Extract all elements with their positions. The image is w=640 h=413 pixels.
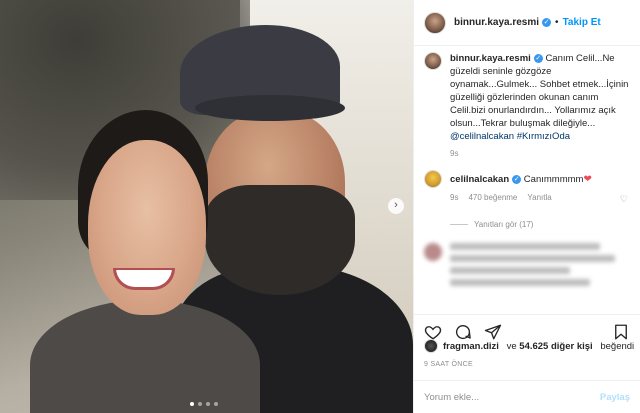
caption-time: 9s <box>450 149 459 158</box>
caption-text: binnur.kaya.resmi ✓ Canım Celil...Ne güze… <box>450 52 632 143</box>
divider <box>450 224 468 225</box>
likes-suffix: beğendi <box>600 340 635 352</box>
likes-count[interactable]: 54.625 diğer kişi <box>519 341 592 352</box>
liker-username[interactable]: fragman.dizi <box>443 341 499 352</box>
avatar[interactable] <box>424 170 442 188</box>
likes-connector: ve <box>506 340 517 352</box>
carousel-dot <box>214 402 218 406</box>
carousel-dot <box>190 402 194 406</box>
avatar[interactable] <box>424 339 438 353</box>
caption-body: Canım Celil...Ne güzeldi seninle gözgöze… <box>450 53 629 129</box>
chevron-right-icon[interactable]: › <box>388 198 404 214</box>
red-heart-icon: ❤ <box>583 173 592 185</box>
verified-icon: ✓ <box>533 54 543 63</box>
verified-icon: ✓ <box>512 174 522 184</box>
view-replies-label[interactable]: Yanıtları gör (17) <box>474 220 533 229</box>
post-comment-button[interactable]: Paylaş <box>600 392 630 403</box>
post-time: 9 SAAT ÖNCE <box>424 361 473 368</box>
man-beard <box>205 185 355 295</box>
post-photo[interactable] <box>0 0 413 413</box>
carousel-dot <box>198 402 202 406</box>
comment-meta: 9s 470 beğenme Yanıtla <box>450 193 632 202</box>
carousel-dots <box>190 402 218 406</box>
verified-icon: ✓ <box>542 18 552 27</box>
carousel-dot <box>206 402 210 406</box>
follow-button[interactable]: Takip Et <box>563 17 601 28</box>
comment-form: Paylaş <box>414 380 640 413</box>
avatar[interactable] <box>424 11 446 34</box>
separator: • <box>555 17 559 28</box>
post-header: binnur.kaya.resmi ✓ • Takip Et <box>414 0 640 46</box>
blurred-comment <box>424 243 632 291</box>
avatar[interactable] <box>424 52 442 70</box>
comment-author[interactable]: celilnalcakan <box>450 174 509 185</box>
reply-button[interactable]: Yanıtla <box>527 193 551 202</box>
action-bar <box>414 314 640 341</box>
comment-item: celilnalcakan ✓ Canımmmmm❤ <box>424 170 632 188</box>
post-panel: binnur.kaya.resmi ✓ • Takip Et binnur.ka… <box>413 0 640 413</box>
mention-link[interactable]: @celilnalcakan <box>450 131 514 142</box>
comment-text: celilnalcakan ✓ Canımmmmm❤ <box>450 174 592 185</box>
likes-text: fragman.dizi ve 54.625 diğer kişi beğend… <box>443 341 634 352</box>
man-cap-brim <box>195 95 345 121</box>
caption: binnur.kaya.resmi ✓ Canım Celil...Ne güze… <box>424 52 632 143</box>
comment-body: Canımmmmm <box>523 173 584 185</box>
heart-icon[interactable]: ♡ <box>620 194 628 205</box>
comments-list: binnur.kaya.resmi ✓ Canım Celil...Ne güze… <box>424 52 632 291</box>
comment-input[interactable] <box>424 391 600 403</box>
view-replies[interactable]: Yanıtları gör (17) <box>450 220 632 229</box>
comment-likes[interactable]: 470 beğenme <box>468 193 517 202</box>
blurred-text <box>450 243 615 291</box>
caption-author[interactable]: binnur.kaya.resmi <box>450 53 531 64</box>
avatar <box>424 243 442 261</box>
hashtag-link[interactable]: #KırmızıOda <box>517 131 570 142</box>
comment-time: 9s <box>450 193 459 202</box>
author-username[interactable]: binnur.kaya.resmi <box>454 17 539 28</box>
likes-summary: fragman.dizi ve 54.625 diğer kişi beğend… <box>424 339 634 353</box>
